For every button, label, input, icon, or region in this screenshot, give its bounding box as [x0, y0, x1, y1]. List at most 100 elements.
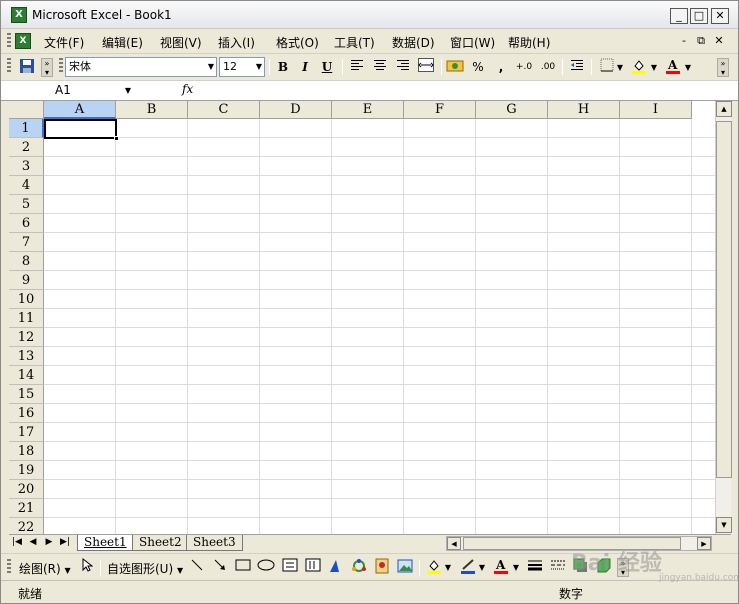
align-left-icon[interactable] — [347, 58, 367, 77]
underline-button[interactable]: U — [317, 58, 337, 77]
row-header-4[interactable]: 4 — [9, 176, 44, 195]
merge-center-icon[interactable] — [416, 58, 436, 77]
menu-edit[interactable]: 编辑(E) — [102, 34, 143, 51]
row-header-20[interactable]: 20 — [9, 480, 44, 499]
workbook-close-button[interactable]: ✕ — [712, 34, 726, 47]
row-header-6[interactable]: 6 — [9, 214, 44, 233]
chevron-down-icon[interactable]: ▼ — [477, 558, 487, 577]
row-header-13[interactable]: 13 — [9, 347, 44, 366]
arrow-icon[interactable] — [210, 558, 230, 577]
autoshapes-button[interactable]: 自选图形(U) ▼ — [107, 560, 183, 577]
toolbar-options-icon[interactable]: » ▾ — [717, 58, 729, 77]
draw-menu-button[interactable]: 绘图(R) ▼ — [19, 560, 71, 577]
sheet-tab-sheet1[interactable]: Sheet1 — [77, 535, 134, 551]
chevron-down-icon[interactable]: ▼ — [649, 58, 659, 77]
title-bar[interactable]: X Microsoft Excel - Book1 _ □ ✕ — [1, 1, 738, 29]
menu-view[interactable]: 视图(V) — [160, 34, 202, 51]
dash-style-icon[interactable] — [548, 558, 568, 577]
row-header-3[interactable]: 3 — [9, 157, 44, 176]
align-right-icon[interactable] — [393, 58, 413, 77]
column-header-g[interactable]: G — [476, 101, 548, 119]
toolbar-grip-icon[interactable] — [7, 33, 11, 49]
column-header-f[interactable]: F — [404, 101, 476, 119]
align-center-icon[interactable] — [370, 58, 390, 77]
menu-data[interactable]: 数据(D) — [392, 34, 435, 51]
toolbar-options-icon[interactable]: » ▾ — [41, 58, 53, 77]
sheet-tab-sheet2[interactable]: Sheet2 — [132, 535, 189, 551]
decrease-indent-icon[interactable] — [567, 58, 587, 77]
row-header-12[interactable]: 12 — [9, 328, 44, 347]
oval-icon[interactable] — [256, 558, 276, 577]
fill-handle[interactable] — [114, 136, 119, 141]
last-sheet-icon[interactable]: ▶| — [59, 537, 71, 547]
menu-file[interactable]: 文件(F) — [44, 34, 84, 51]
toolbar-grip-icon[interactable] — [59, 58, 63, 74]
prev-sheet-icon[interactable]: ◀ — [27, 537, 39, 547]
row-header-22[interactable]: 22 — [9, 518, 44, 534]
row-header-19[interactable]: 19 — [9, 461, 44, 480]
clip-art-icon[interactable] — [372, 558, 392, 577]
scroll-up-icon[interactable]: ▲ — [716, 101, 732, 117]
formula-input[interactable] — [201, 82, 731, 99]
chevron-down-icon[interactable]: ▼ — [615, 58, 625, 77]
name-box[interactable]: A1 ▼ — [45, 82, 135, 99]
row-header-1[interactable]: 1 — [9, 119, 44, 138]
text-box-icon[interactable] — [280, 558, 300, 577]
line-icon[interactable] — [187, 558, 207, 577]
scroll-thumb[interactable] — [716, 121, 732, 478]
vertical-scrollbar[interactable]: ▲ ▼ — [715, 101, 732, 534]
column-header-e[interactable]: E — [332, 101, 404, 119]
increase-decimal-button[interactable]: +.0 — [513, 58, 535, 77]
italic-button[interactable]: I — [295, 58, 315, 77]
draw-fill-color-icon[interactable] — [424, 558, 444, 577]
column-header-h[interactable]: H — [548, 101, 620, 119]
row-header-7[interactable]: 7 — [9, 233, 44, 252]
row-header-5[interactable]: 5 — [9, 195, 44, 214]
sheet-tab-sheet3[interactable]: Sheet3 — [186, 535, 243, 551]
close-button[interactable]: ✕ — [711, 8, 729, 24]
percent-button[interactable]: % — [468, 58, 488, 77]
maximize-button[interactable]: □ — [690, 8, 708, 24]
menu-help[interactable]: 帮助(H) — [508, 34, 550, 51]
excel-app-icon[interactable]: X — [11, 7, 27, 23]
column-header-a[interactable]: A — [44, 101, 116, 119]
column-header-c[interactable]: C — [188, 101, 260, 119]
row-header-10[interactable]: 10 — [9, 290, 44, 309]
row-header-8[interactable]: 8 — [9, 252, 44, 271]
active-cell[interactable] — [44, 119, 119, 141]
chevron-down-icon[interactable]: ▼ — [125, 82, 131, 99]
row-header-15[interactable]: 15 — [9, 385, 44, 404]
currency-icon[interactable] — [445, 58, 465, 77]
next-sheet-icon[interactable]: ▶ — [43, 537, 55, 547]
menu-insert[interactable]: 插入(I) — [218, 34, 255, 51]
toolbar-grip-icon[interactable] — [7, 58, 11, 74]
column-header-b[interactable]: B — [116, 101, 188, 119]
select-objects-icon[interactable] — [77, 557, 97, 577]
toolbar-grip-icon[interactable] — [7, 559, 11, 575]
line-color-icon[interactable] — [458, 558, 478, 577]
vertical-text-box-icon[interactable] — [303, 558, 323, 577]
workbook-minimize-button[interactable]: - — [677, 34, 691, 47]
menu-format[interactable]: 格式(O) — [276, 34, 319, 51]
draw-font-color-icon[interactable]: A — [491, 558, 511, 577]
insert-function-icon[interactable]: fx — [182, 82, 193, 96]
save-icon[interactable] — [17, 58, 37, 77]
chevron-down-icon[interactable]: ▼ — [511, 558, 521, 577]
workbook-restore-button[interactable]: ⧉ — [694, 34, 708, 48]
first-sheet-icon[interactable]: |◀ — [11, 537, 23, 547]
scroll-left-icon[interactable]: ◀ — [447, 537, 461, 550]
diagram-icon[interactable] — [349, 558, 369, 577]
font-name-select[interactable]: 宋体 ▼ — [65, 57, 217, 77]
bold-button[interactable]: B — [273, 58, 293, 77]
row-header-18[interactable]: 18 — [9, 442, 44, 461]
select-all-corner[interactable] — [9, 101, 44, 119]
workbook-icon[interactable]: X — [15, 33, 31, 49]
scroll-down-icon[interactable]: ▼ — [716, 517, 732, 533]
worksheet-grid[interactable]: ABCDEFGHI 1 2 3 4 5 6 7 8 9 10 11 12 13 14 15 16 17 18 19 2… — [9, 101, 715, 534]
scroll-right-icon[interactable]: ▶ — [697, 537, 711, 550]
line-style-icon[interactable] — [525, 558, 545, 577]
row-header-2[interactable]: 2 — [9, 138, 44, 157]
menu-tools[interactable]: 工具(T) — [334, 34, 375, 51]
row-header-21[interactable]: 21 — [9, 499, 44, 518]
row-header-9[interactable]: 9 — [9, 271, 44, 290]
